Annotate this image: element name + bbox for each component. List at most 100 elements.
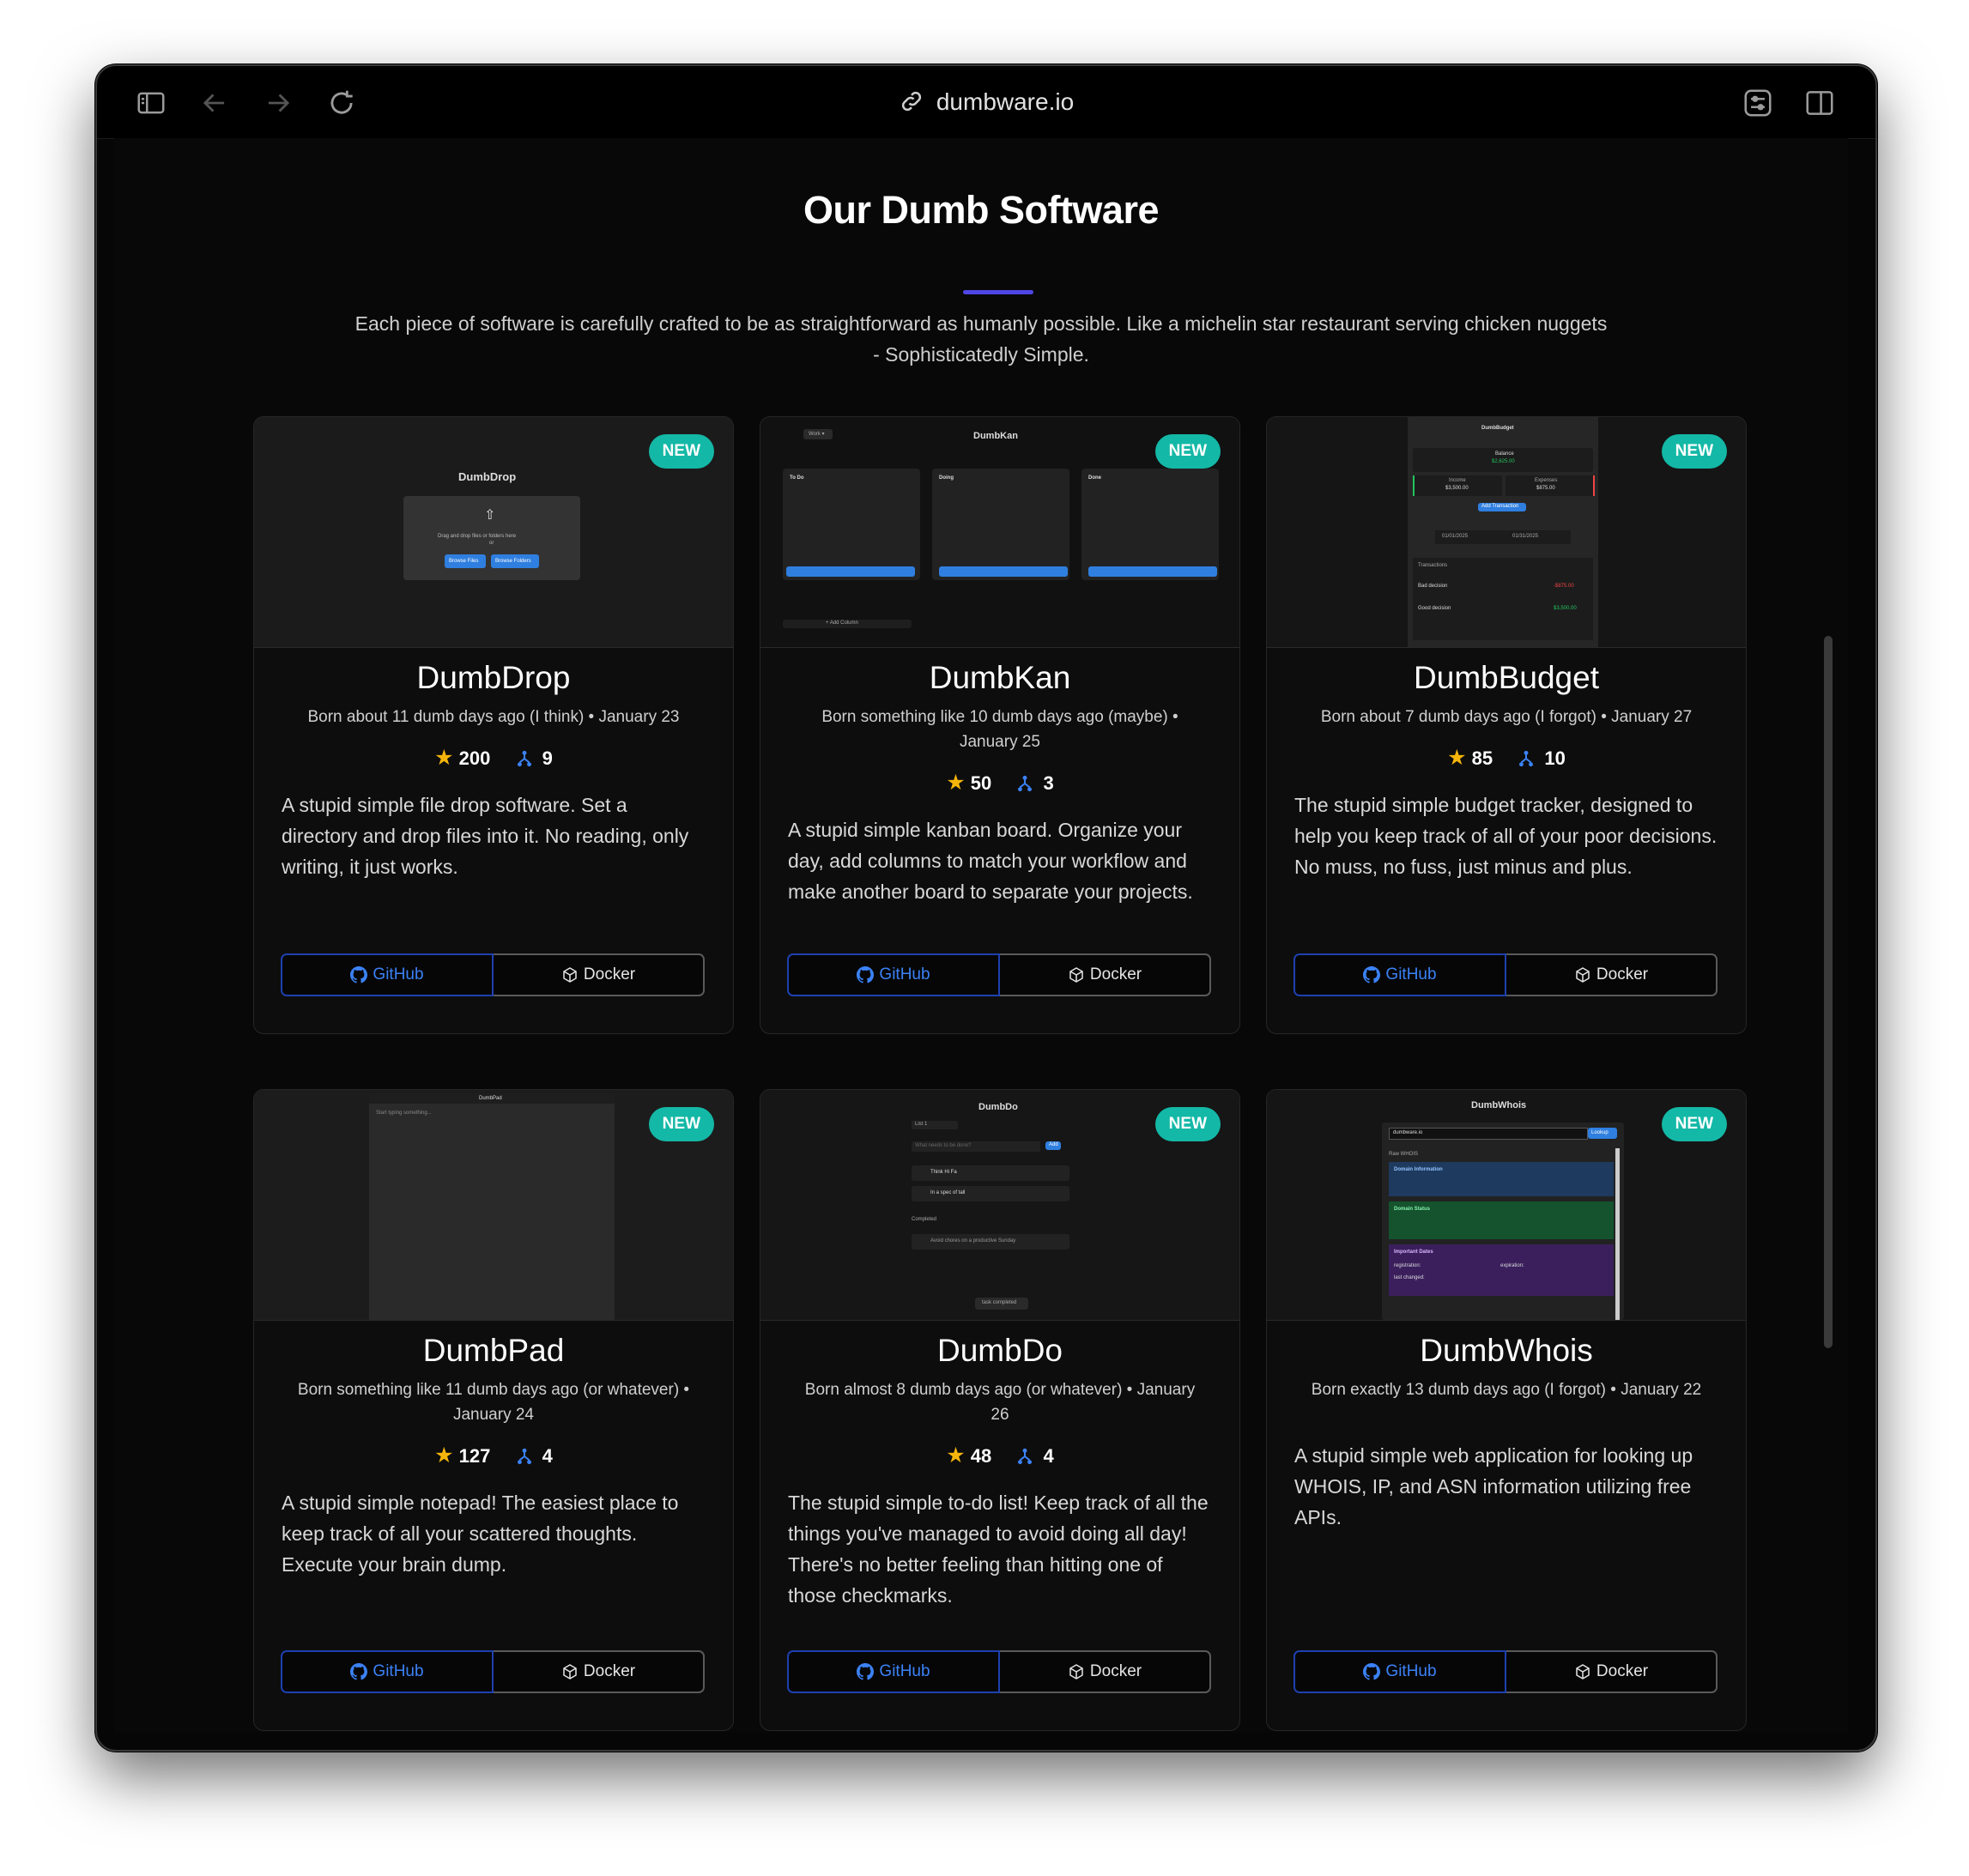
project-description: A stupid simple notepad! The easiest pla… — [282, 1492, 679, 1576]
new-badge: NEW — [1154, 434, 1221, 469]
github-button[interactable]: GitHub — [1293, 953, 1506, 996]
docker-button[interactable]: Docker — [1000, 953, 1211, 996]
github-icon — [1363, 966, 1381, 983]
docker-button[interactable]: Docker — [1000, 1650, 1211, 1693]
preview-add-column: + Add Column — [783, 620, 912, 628]
preview-completed-label: Completed — [912, 1217, 937, 1222]
project-description: A stupid simple file drop software. Set … — [282, 794, 689, 878]
docker-label: Docker — [583, 1662, 636, 1680]
box-icon — [1069, 1664, 1083, 1679]
scrollbar[interactable] — [1824, 636, 1833, 1348]
fork-count: 10 — [1544, 747, 1566, 769]
github-icon — [350, 1663, 368, 1680]
project-links: GitHub Docker — [787, 953, 1211, 996]
preview-title: DumbDo — [978, 1102, 1018, 1112]
project-links: GitHub Docker — [281, 953, 705, 996]
star-count: 200 — [458, 747, 491, 769]
docker-label: Docker — [1089, 1662, 1142, 1680]
project-born: Born something like 11 dumb days ago (or… — [297, 1381, 690, 1424]
box-icon — [563, 1664, 577, 1679]
project-card-dumbkan: Work ▾ DumbKan To Do Doing Done + Add Co… — [760, 416, 1240, 1034]
project-links: GitHub Docker — [787, 1650, 1211, 1693]
project-name: DumbBudget — [1414, 660, 1599, 695]
title-underline — [963, 290, 1033, 294]
preview-title: DumbKan — [973, 431, 1018, 441]
docker-label: Docker — [583, 965, 636, 983]
box-icon — [1576, 967, 1590, 983]
preview-column: Done — [1081, 469, 1219, 580]
page-settings-icon[interactable] — [1742, 87, 1774, 119]
preview-title: DumbWhois — [1471, 1100, 1527, 1110]
box-icon — [1069, 967, 1083, 983]
preview-input: What needs to be done? — [912, 1141, 1040, 1152]
github-label: GitHub — [373, 965, 424, 983]
preview-column: To Do — [783, 469, 920, 580]
docker-button[interactable]: Docker — [1506, 953, 1718, 996]
project-description: A stupid simple kanban board. Organize y… — [788, 819, 1193, 903]
github-label: GitHub — [879, 1662, 930, 1680]
project-name: DumbDo — [937, 1333, 1063, 1368]
fork-count: 4 — [542, 1445, 553, 1467]
project-born: Born exactly 13 dumb days ago (I forgot)… — [1311, 1381, 1702, 1399]
docker-label: Docker — [1596, 1662, 1649, 1680]
project-born: Born about 7 dumb days ago (I forgot) • … — [1320, 708, 1693, 726]
project-born: Born almost 8 dumb days ago (or whatever… — [804, 1381, 1196, 1424]
preview-board-select: Work ▾ — [803, 429, 833, 439]
docker-label: Docker — [1596, 965, 1649, 983]
project-links: GitHub Docker — [1293, 953, 1718, 996]
docker-label: Docker — [1089, 965, 1142, 983]
preview-browse-folders: Browse Folders — [491, 554, 539, 568]
github-icon — [1363, 1663, 1381, 1680]
github-label: GitHub — [879, 965, 930, 983]
link-icon — [899, 88, 924, 114]
project-born: Born something like 10 dumb days ago (ma… — [821, 708, 1178, 751]
fork-icon — [517, 1448, 531, 1465]
preview-column: Doing — [932, 469, 1069, 580]
preview-title: DumbDrop — [458, 470, 517, 483]
preview-footer: task completed — [975, 1298, 1028, 1310]
github-button[interactable]: GitHub — [787, 1650, 1000, 1693]
preview-app: dumbware.io Lookup Raw WHOIS Domain Info… — [1382, 1123, 1624, 1320]
star-count: 50 — [970, 772, 992, 794]
github-button[interactable]: GitHub — [1293, 1650, 1506, 1693]
docker-button[interactable]: Docker — [494, 1650, 705, 1693]
upload-icon: ⇧ — [484, 508, 496, 523]
preview-drop-text: Drag and drop files or folders here — [438, 534, 517, 539]
preview-browse-files: Browse Files — [445, 554, 486, 568]
docker-button[interactable]: Docker — [1506, 1650, 1718, 1693]
github-button[interactable]: GitHub — [787, 953, 1000, 996]
project-card-dumbpad: DumbPad Start typing something... NEW Du… — [253, 1089, 734, 1731]
project-links: GitHub Docker — [1293, 1650, 1718, 1693]
preview-app: DumbBudget Balance $2,625.00 Income $3,500… — [1408, 417, 1598, 647]
project-stats: ★ 200 9 — [254, 745, 733, 771]
github-button[interactable]: GitHub — [281, 953, 494, 996]
github-icon — [857, 1663, 875, 1680]
split-view-icon[interactable] — [1803, 87, 1836, 119]
project-card-dumbdo: DumbDo List 1 What needs to be done? Add… — [760, 1089, 1240, 1731]
project-stats: ★ 85 10 — [1267, 745, 1746, 771]
star-count: 127 — [458, 1445, 491, 1467]
fork-icon — [1018, 1448, 1033, 1465]
docker-button[interactable]: Docker — [494, 953, 705, 996]
fork-count: 4 — [1043, 1445, 1054, 1467]
fork-icon — [1519, 750, 1534, 767]
project-screenshot: Work ▾ DumbKan To Do Doing Done + Add Co… — [760, 417, 1239, 648]
new-badge: NEW — [1661, 434, 1727, 469]
browser-toolbar: dumbware.io — [97, 66, 1875, 139]
project-stats: ★ 127 4 — [254, 1443, 733, 1468]
project-description: The stupid simple budget tracker, design… — [1294, 794, 1718, 878]
project-born: Born about 11 dumb days ago (I think) • … — [307, 708, 680, 726]
new-badge: NEW — [648, 434, 714, 469]
project-screenshot: DumbPad Start typing something... NEW — [254, 1090, 733, 1321]
address-bar[interactable]: dumbware.io — [97, 85, 1875, 119]
star-icon: ★ — [1447, 746, 1467, 770]
preview-app: DumbPad Start typing something... — [369, 1093, 615, 1320]
fork-count: 3 — [1043, 772, 1054, 794]
star-icon: ★ — [946, 771, 966, 795]
github-button[interactable]: GitHub — [281, 1650, 494, 1693]
project-name: DumbKan — [929, 660, 1071, 695]
project-name: DumbDrop — [416, 660, 571, 695]
preview-task: Think Hi Fa — [912, 1165, 1069, 1181]
star-count: 85 — [1471, 747, 1493, 769]
star-count: 48 — [970, 1445, 992, 1467]
